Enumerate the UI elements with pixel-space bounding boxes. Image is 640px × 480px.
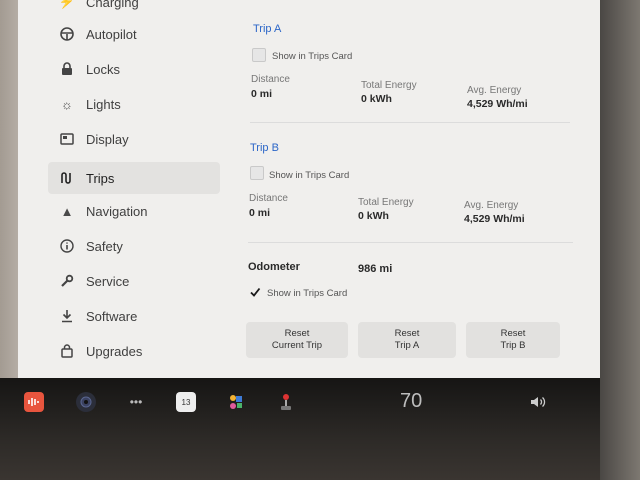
screen-bezel-right xyxy=(600,0,640,480)
trip-b-distance-value: 0 mi xyxy=(249,207,271,219)
reset-trip-a-button[interactable]: Reset Trip A xyxy=(358,322,456,358)
sidebar-item-label: Safety xyxy=(86,238,123,254)
lock-icon xyxy=(58,60,76,78)
navigation-arrow-icon: ▲ xyxy=(60,203,74,219)
button-label-line1: Reset xyxy=(284,328,310,339)
toybox-app-icon[interactable] xyxy=(226,392,246,412)
trip-b-avg-label: Avg. Energy xyxy=(464,200,519,211)
trip-b-avg-value: 4,529 Wh/mi xyxy=(464,213,525,225)
reset-current-trip-button[interactable]: Reset Current Trip xyxy=(246,322,348,358)
odometer-value: 986 mi xyxy=(358,263,393,275)
trip-b-distance-label: Distance xyxy=(249,193,288,204)
sidebar-item-label: Upgrades xyxy=(86,343,143,359)
divider xyxy=(250,122,570,123)
temperature-display[interactable]: 70 xyxy=(400,390,422,413)
sidebar-item-service[interactable]: Service xyxy=(48,265,220,297)
wrench-icon xyxy=(58,272,76,290)
sidebar-item-label: Service xyxy=(86,273,130,289)
checkmark-icon xyxy=(250,287,261,297)
trip-a-avg-label: Avg. Energy xyxy=(467,85,522,96)
sidebar-item-label: Software xyxy=(86,308,138,324)
odometer-label: Odometer xyxy=(248,261,300,273)
trip-a-distance-value: 0 mi xyxy=(251,88,273,100)
sidebar-item-autopilot[interactable]: Autopilot xyxy=(48,18,220,50)
sidebar-item-label: Charging xyxy=(86,0,139,10)
trip-a-show-label: Show in Trips Card xyxy=(272,51,353,62)
trip-b-show-checkbox[interactable] xyxy=(250,166,264,180)
trip-a-distance-label: Distance xyxy=(251,74,290,85)
trip-a-avg-value: 4,529 Wh/mi xyxy=(467,98,528,110)
audio-app-icon[interactable] xyxy=(24,392,44,412)
sidebar-item-locks[interactable]: Locks xyxy=(48,53,220,85)
trip-b-energy-value: 0 kWh xyxy=(358,210,389,222)
trip-a-show-checkbox[interactable] xyxy=(252,48,266,62)
button-label-line2: Trip A xyxy=(394,340,420,351)
button-label-line2: Current Trip xyxy=(271,340,323,351)
odometer-show-checkbox[interactable] xyxy=(248,284,262,298)
sidebar-item-upgrades[interactable]: Upgrades xyxy=(48,335,220,367)
calendar-app-icon[interactable]: 13 xyxy=(176,392,196,412)
button-label-line2: Trip B xyxy=(500,340,526,351)
button-label-line1: Reset xyxy=(394,328,420,339)
taskbar: ••• 13 70 xyxy=(0,378,600,480)
trip-b-title: Trip B xyxy=(250,142,279,154)
calendar-day: 13 xyxy=(181,397,191,407)
bag-icon xyxy=(58,342,76,360)
sidebar-item-charging[interactable]: ⚡ Charging xyxy=(48,0,220,18)
trip-a-energy-value: 0 kWh xyxy=(361,93,392,105)
sidebar-item-software[interactable]: Software xyxy=(48,300,220,332)
sidebar-item-label: Navigation xyxy=(86,203,148,219)
sidebar-item-label: Display xyxy=(86,131,129,147)
sidebar-item-lights[interactable]: ☼ Lights xyxy=(48,88,220,120)
display-icon xyxy=(58,130,76,148)
arcade-joystick-icon[interactable] xyxy=(276,392,296,412)
charging-icon: ⚡ xyxy=(58,0,76,9)
info-circle-icon xyxy=(58,237,76,255)
reset-trip-b-button[interactable]: Reset Trip B xyxy=(466,322,560,358)
settings-sidebar: ⚡ Charging Autopilot Locks ☼ Lights Disp… xyxy=(18,0,228,378)
odometer-show-label: Show in Trips Card xyxy=(267,288,348,299)
sun-icon: ☼ xyxy=(61,96,73,112)
button-label-line1: Reset xyxy=(500,328,526,339)
steering-wheel-icon xyxy=(58,25,76,43)
divider xyxy=(248,242,573,243)
camera-app-icon[interactable] xyxy=(76,392,96,412)
trips-icon xyxy=(58,169,76,187)
trip-a-energy-label: Total Energy xyxy=(361,80,417,91)
settings-screen: ⚡ Charging Autopilot Locks ☼ Lights Disp… xyxy=(18,0,600,378)
sidebar-item-label: Lights xyxy=(86,96,121,112)
sidebar-item-label: Locks xyxy=(86,61,120,77)
more-apps-icon[interactable]: ••• xyxy=(126,392,146,412)
sidebar-item-label: Autopilot xyxy=(86,26,137,42)
sidebar-item-safety[interactable]: Safety xyxy=(48,230,220,262)
trip-a-title: Trip A xyxy=(253,23,282,35)
trip-b-energy-label: Total Energy xyxy=(358,197,414,208)
trip-b-show-label: Show in Trips Card xyxy=(269,170,350,181)
sidebar-item-trips[interactable]: Trips xyxy=(48,162,220,194)
trips-panel: Trip A Show in Trips Card Distance 0 mi … xyxy=(240,0,600,378)
sidebar-item-label: Trips xyxy=(86,170,115,186)
download-icon xyxy=(58,307,76,325)
sidebar-item-display[interactable]: Display xyxy=(48,123,220,155)
volume-icon[interactable] xyxy=(528,392,548,412)
sidebar-item-navigation[interactable]: ▲ Navigation xyxy=(48,195,220,227)
